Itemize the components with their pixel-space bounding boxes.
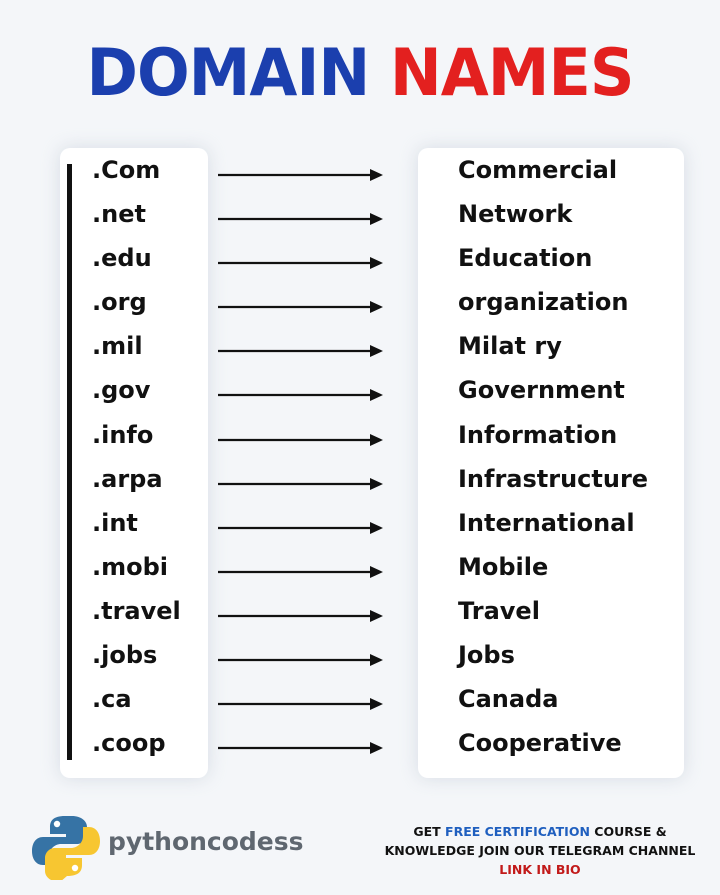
- domain-row: .travel Travel: [0, 591, 720, 635]
- title-word-names: NAMES: [389, 34, 635, 111]
- domain-meaning: Mobile: [458, 552, 549, 581]
- right-arrow-icon: [218, 389, 383, 402]
- domain-row: .Com Commercial: [0, 150, 720, 194]
- domain-row: .jobs Jobs: [0, 635, 720, 679]
- domain-extension: .arpa: [92, 464, 163, 493]
- right-arrow-icon: [218, 257, 383, 270]
- domain-meaning: Commercial: [458, 156, 618, 184]
- domain-extension: .mobi: [92, 552, 169, 581]
- right-arrow-icon: [218, 609, 383, 622]
- domain-extension: .coop: [92, 729, 166, 758]
- right-arrow-icon: [218, 477, 383, 490]
- footer: pythoncodess GET FREE CERTIFICATION COUR…: [0, 800, 720, 895]
- domain-row: .mobi Mobile: [0, 547, 720, 591]
- domain-extension: .mil: [92, 332, 143, 361]
- right-arrow-icon: [218, 698, 383, 711]
- domain-extension: .org: [92, 288, 147, 317]
- domain-extension: .net: [92, 200, 146, 229]
- python-logo-icon: [32, 816, 100, 880]
- domain-meaning: Network: [458, 200, 573, 229]
- domain-extension: .gov: [92, 376, 151, 405]
- right-arrow-icon: [218, 213, 383, 226]
- promo-line-2: KNOWLEDGE JOIN OUR TELEGRAM CHANNEL: [384, 843, 696, 858]
- right-arrow-icon: [218, 742, 383, 755]
- right-arrow-icon: [218, 433, 383, 446]
- domain-extension: .ca: [92, 685, 132, 714]
- domain-row: .mil Milat ry: [0, 326, 720, 370]
- domain-meaning: Information: [458, 420, 618, 449]
- domain-row: .coop Cooperative: [0, 723, 720, 767]
- title-word-domain: DOMAIN: [86, 34, 371, 111]
- domain-row: .ca Canada: [0, 679, 720, 723]
- promo-part1: GET: [413, 824, 446, 839]
- domain-row: .info Information: [0, 415, 720, 459]
- domain-meaning: Infrastructure: [458, 464, 649, 493]
- promo-line-1: GET FREE CERTIFICATION COURSE &: [370, 822, 710, 841]
- promo-part2: COURSE &: [589, 824, 667, 839]
- domain-meaning: Government: [458, 376, 625, 405]
- domain-extension: .Com: [92, 156, 161, 184]
- brand-name: pythoncodess: [108, 827, 304, 856]
- right-arrow-icon: [218, 654, 383, 667]
- promo-text: GET FREE CERTIFICATION COURSE & KNOWLEDG…: [370, 822, 710, 879]
- domain-row: .arpa Infrastructure: [0, 459, 720, 503]
- domain-extension: .info: [92, 420, 154, 449]
- right-arrow-icon: [218, 345, 383, 358]
- right-arrow-icon: [218, 565, 383, 578]
- page-title: DOMAIN NAMES: [0, 34, 720, 111]
- domain-meaning: Jobs: [458, 641, 515, 670]
- domain-extension: .jobs: [92, 641, 158, 670]
- domain-extension: .int: [92, 508, 138, 537]
- promo-highlight: FREE CERTIFICATION: [445, 824, 590, 839]
- domain-meaning: Canada: [458, 685, 559, 714]
- right-arrow-icon: [218, 521, 383, 534]
- domain-meaning: International: [458, 508, 635, 537]
- right-arrow-icon: [218, 301, 383, 314]
- domain-row: .int International: [0, 503, 720, 547]
- domain-extension: .travel: [92, 596, 181, 625]
- domain-meaning: Milat ry: [458, 332, 562, 361]
- domain-extension: .edu: [92, 244, 152, 273]
- promo-link: LINK IN BIO: [499, 862, 581, 877]
- domain-row: .net Network: [0, 194, 720, 238]
- domain-row: .org organization: [0, 282, 720, 326]
- domain-row: .gov Government: [0, 370, 720, 414]
- domain-meaning: Travel: [458, 596, 540, 625]
- domain-meaning: organization: [458, 288, 629, 317]
- domain-meaning: Cooperative: [458, 729, 622, 758]
- domain-row: .edu Education: [0, 238, 720, 282]
- right-arrow-icon: [218, 169, 383, 181]
- domain-meaning: Education: [458, 244, 593, 273]
- domain-list: .Com Commercial .net Network .edu Education .o…: [0, 150, 720, 767]
